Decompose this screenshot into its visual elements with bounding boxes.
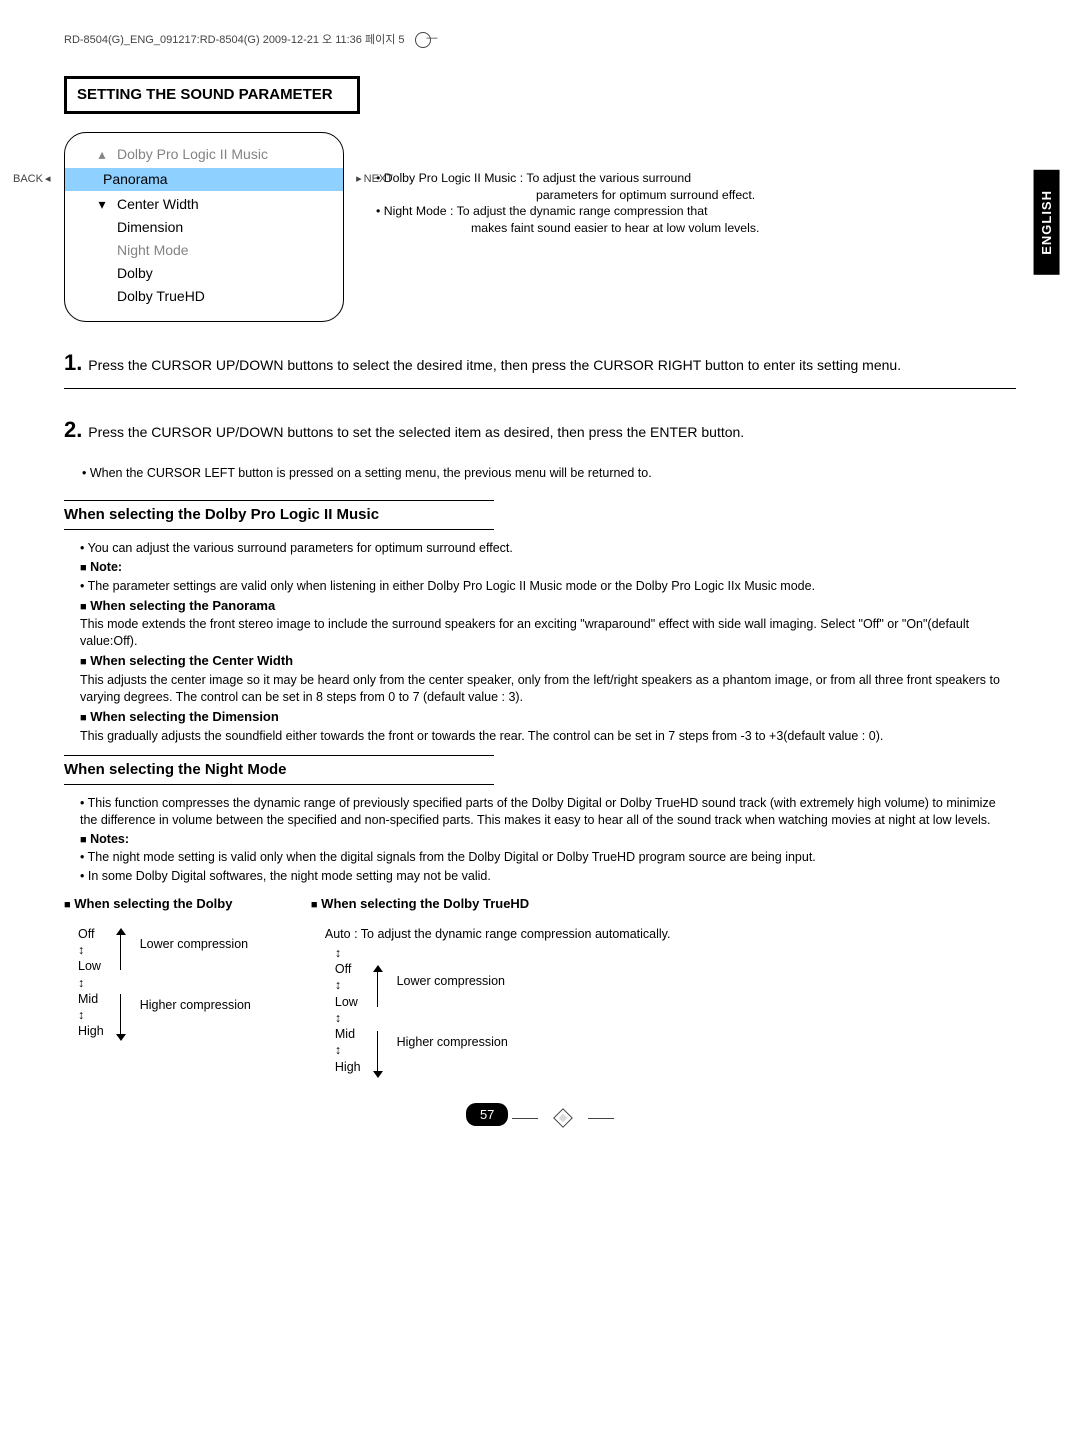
bullet: • In some Dolby Digital softwares, the n… <box>80 868 1016 885</box>
lower-comp: Lower compression <box>140 936 251 953</box>
menu-item[interactable]: Dimension <box>65 216 343 239</box>
notes-label: ■ Notes: <box>80 831 1016 848</box>
triangle-right-icon: ▸ <box>356 172 362 187</box>
menu-label: Dolby <box>117 264 153 283</box>
step-2-note: • When the CURSOR LEFT button is pressed… <box>82 465 1016 482</box>
note-line: • Dolby Pro Logic II Music : To adjust t… <box>376 170 759 187</box>
menu-item-selected[interactable]: BACK◂ Panorama ▸NEXT <box>65 168 343 191</box>
truehd-select-title: ■ When selecting the Dolby TrueHD <box>311 895 671 913</box>
arrow-col <box>114 926 130 1040</box>
menu-item[interactable]: ▴ Dolby Pro Logic II Music <box>65 143 343 166</box>
center-width-title: ■ When selecting the Center Width <box>80 652 1016 670</box>
settings-menu: ▴ Dolby Pro Logic II Music BACK◂ Panoram… <box>64 132 344 322</box>
line-icon <box>512 1118 538 1119</box>
note-line: parameters for optimum surround effect. <box>376 187 759 204</box>
menu-label: Panorama <box>103 170 168 189</box>
lower-comp: Lower compression <box>397 973 508 990</box>
language-tab: ENGLISH <box>1034 170 1060 275</box>
crop-mark: RD-8504(G)_ENG_091217:RD-8504(G) 2009-12… <box>64 32 1016 48</box>
center-width-text: This adjusts the center image so it may … <box>80 672 1016 706</box>
bullet: • This function compresses the dynamic r… <box>80 795 1016 829</box>
section-title: SETTING THE SOUND PARAMETER <box>64 76 360 114</box>
menu-item[interactable]: Dolby TrueHD <box>65 285 343 308</box>
registration-mark <box>512 1111 614 1125</box>
bullet: • The parameter settings are valid only … <box>80 578 1016 595</box>
step-number: 1. <box>64 350 82 375</box>
triangle-down-icon: ▾ <box>95 195 109 214</box>
diamond-icon <box>553 1108 573 1128</box>
step-text: Press the CURSOR UP/DOWN buttons to sele… <box>88 357 901 373</box>
menu-label: Dolby Pro Logic II Music <box>117 145 268 164</box>
arrow-line <box>120 994 122 1034</box>
higher-comp: Higher compression <box>397 1034 508 1051</box>
crop-circle-icon <box>415 32 431 48</box>
truehd-col: ■ When selecting the Dolby TrueHD Auto :… <box>311 895 671 1075</box>
subheading: When selecting the Dolby Pro Logic II Mu… <box>64 500 494 530</box>
dimension-title: ■ When selecting the Dimension <box>80 708 1016 726</box>
page-number: 57 <box>466 1103 508 1127</box>
note-line: • Night Mode : To adjust the dynamic ran… <box>376 203 759 220</box>
bullet: • You can adjust the various surround pa… <box>80 540 1016 557</box>
compression-columns: ■ When selecting the Dolby Off ↕ Low ↕ M… <box>64 895 1016 1075</box>
menu-label: Dolby TrueHD <box>117 287 205 306</box>
comp-text-col: Lower compression Higher compression <box>140 926 251 1040</box>
dolby-col: ■ When selecting the Dolby Off ↕ Low ↕ M… <box>64 895 251 1075</box>
step-1: 1. Press the CURSOR UP/DOWN buttons to s… <box>64 348 1016 389</box>
crop-text: RD-8504(G)_ENG_091217:RD-8504(G) 2009-12… <box>64 33 405 48</box>
auto-line: Auto : To adjust the dynamic range compr… <box>325 926 671 943</box>
page-footer: 57 <box>64 1103 1016 1127</box>
arrow-down-icon <box>373 1071 383 1078</box>
triangle-left-icon: ◂ <box>45 172 51 187</box>
comp-levels: ↕ Off ↕ Low ↕ Mid ↕ High <box>335 945 361 1075</box>
arrow-line <box>120 934 122 970</box>
comp-levels: Off ↕ Low ↕ Mid ↕ High <box>78 926 104 1040</box>
bullet: • The night mode setting is valid only w… <box>80 849 1016 866</box>
note-label: ■ Note: <box>80 559 1016 576</box>
menu-item[interactable]: Night Mode <box>65 239 343 262</box>
menu-label: Center Width <box>117 195 199 214</box>
night-block: • This function compresses the dynamic r… <box>80 795 1016 885</box>
menu-wrap: ▴ Dolby Pro Logic II Music BACK◂ Panoram… <box>64 132 344 322</box>
menu-item[interactable]: Dolby <box>65 262 343 285</box>
note-line: makes faint sound easier to hear at low … <box>376 220 759 237</box>
higher-comp: Higher compression <box>140 997 251 1014</box>
arrow-line <box>377 1031 379 1071</box>
arrow-line <box>377 971 379 1007</box>
menu-label: Dimension <box>117 218 183 237</box>
dolby-music-block: • You can adjust the various surround pa… <box>80 540 1016 745</box>
top-row: ▴ Dolby Pro Logic II Music BACK◂ Panoram… <box>64 132 1016 322</box>
step-number: 2. <box>64 417 82 442</box>
dolby-select-title: ■ When selecting the Dolby <box>64 895 251 913</box>
comp-text-col: Lower compression Higher compression <box>397 945 508 1075</box>
step-text: Press the CURSOR UP/DOWN buttons to set … <box>88 424 744 440</box>
step-2: 2. Press the CURSOR UP/DOWN buttons to s… <box>64 415 1016 455</box>
side-notes: • Dolby Pro Logic II Music : To adjust t… <box>376 170 759 236</box>
triangle-up-icon: ▴ <box>95 145 109 164</box>
next-label: ▸NEXT <box>356 172 393 187</box>
menu-item[interactable]: ▾ Center Width <box>65 193 343 216</box>
panorama-title: ■ When selecting the Panorama <box>80 597 1016 615</box>
arrow-down-icon <box>116 1034 126 1041</box>
dimension-text: This gradually adjusts the soundfield ei… <box>80 728 1016 745</box>
back-label: BACK◂ <box>13 172 51 187</box>
panorama-text: This mode extends the front stereo image… <box>80 616 1016 650</box>
subheading: When selecting the Night Mode <box>64 756 494 785</box>
menu-label: Night Mode <box>117 241 189 260</box>
line-icon <box>588 1118 614 1119</box>
arrow-col <box>371 945 387 1075</box>
